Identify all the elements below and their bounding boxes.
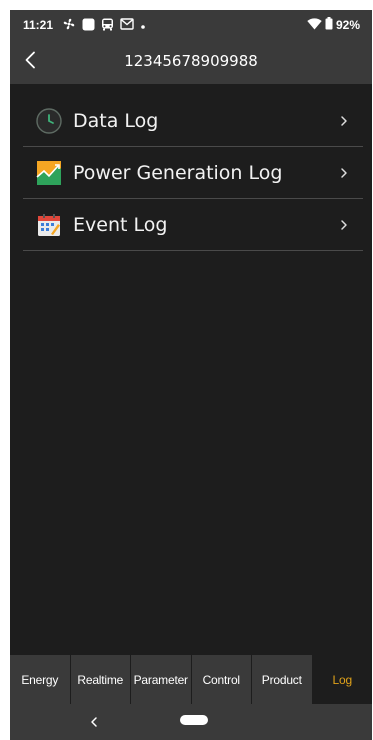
wifi-icon <box>307 17 322 33</box>
status-bar: 11:21 92% <box>10 10 372 40</box>
phone-screen: 11:21 92% 12345678909988 Data Log Power … <box>10 10 372 740</box>
menu-item-label: Event Log <box>73 213 168 236</box>
menu-item-event-log[interactable]: Event Log <box>23 199 363 251</box>
clock-icon <box>36 107 62 134</box>
bus-icon <box>101 18 114 34</box>
chart-icon <box>36 160 62 186</box>
nav-back-icon[interactable] <box>86 713 102 731</box>
page-title: 12345678909988 <box>124 52 258 70</box>
tab-parameter[interactable]: Parameter <box>131 655 192 704</box>
tab-energy[interactable]: Energy <box>10 655 71 704</box>
chevron-right-icon <box>339 165 349 179</box>
system-nav-bar <box>10 704 372 740</box>
calendar-icon <box>36 212 62 238</box>
menu-item-label: Data Log <box>73 109 159 132</box>
log-menu-list: Data Log Power Generation Log Event Log <box>23 95 363 251</box>
status-icons-right: 92% <box>307 17 360 33</box>
tab-product[interactable]: Product <box>252 655 313 704</box>
square-icon <box>82 18 95 34</box>
tab-log[interactable]: Log <box>312 655 372 704</box>
fan-icon <box>62 17 76 34</box>
battery-percent: 92% <box>335 18 360 32</box>
menu-item-label: Power Generation Log <box>73 161 283 184</box>
gmail-icon <box>120 18 134 33</box>
tab-control[interactable]: Control <box>192 655 252 704</box>
menu-item-data-log[interactable]: Data Log <box>23 95 363 147</box>
menu-item-power-generation-log[interactable]: Power Generation Log <box>23 147 363 199</box>
tab-realtime[interactable]: Realtime <box>71 655 131 704</box>
app-header: 12345678909988 <box>10 40 372 84</box>
status-icons-left <box>62 17 146 34</box>
chevron-right-icon <box>339 113 349 127</box>
bottom-tab-bar: Energy Realtime Parameter Control Produc… <box>10 655 372 704</box>
home-pill-icon[interactable] <box>180 715 208 725</box>
battery-icon <box>325 17 333 33</box>
status-time: 11:21 <box>23 18 54 32</box>
chevron-right-icon <box>339 217 349 231</box>
dot-icon <box>140 19 146 33</box>
